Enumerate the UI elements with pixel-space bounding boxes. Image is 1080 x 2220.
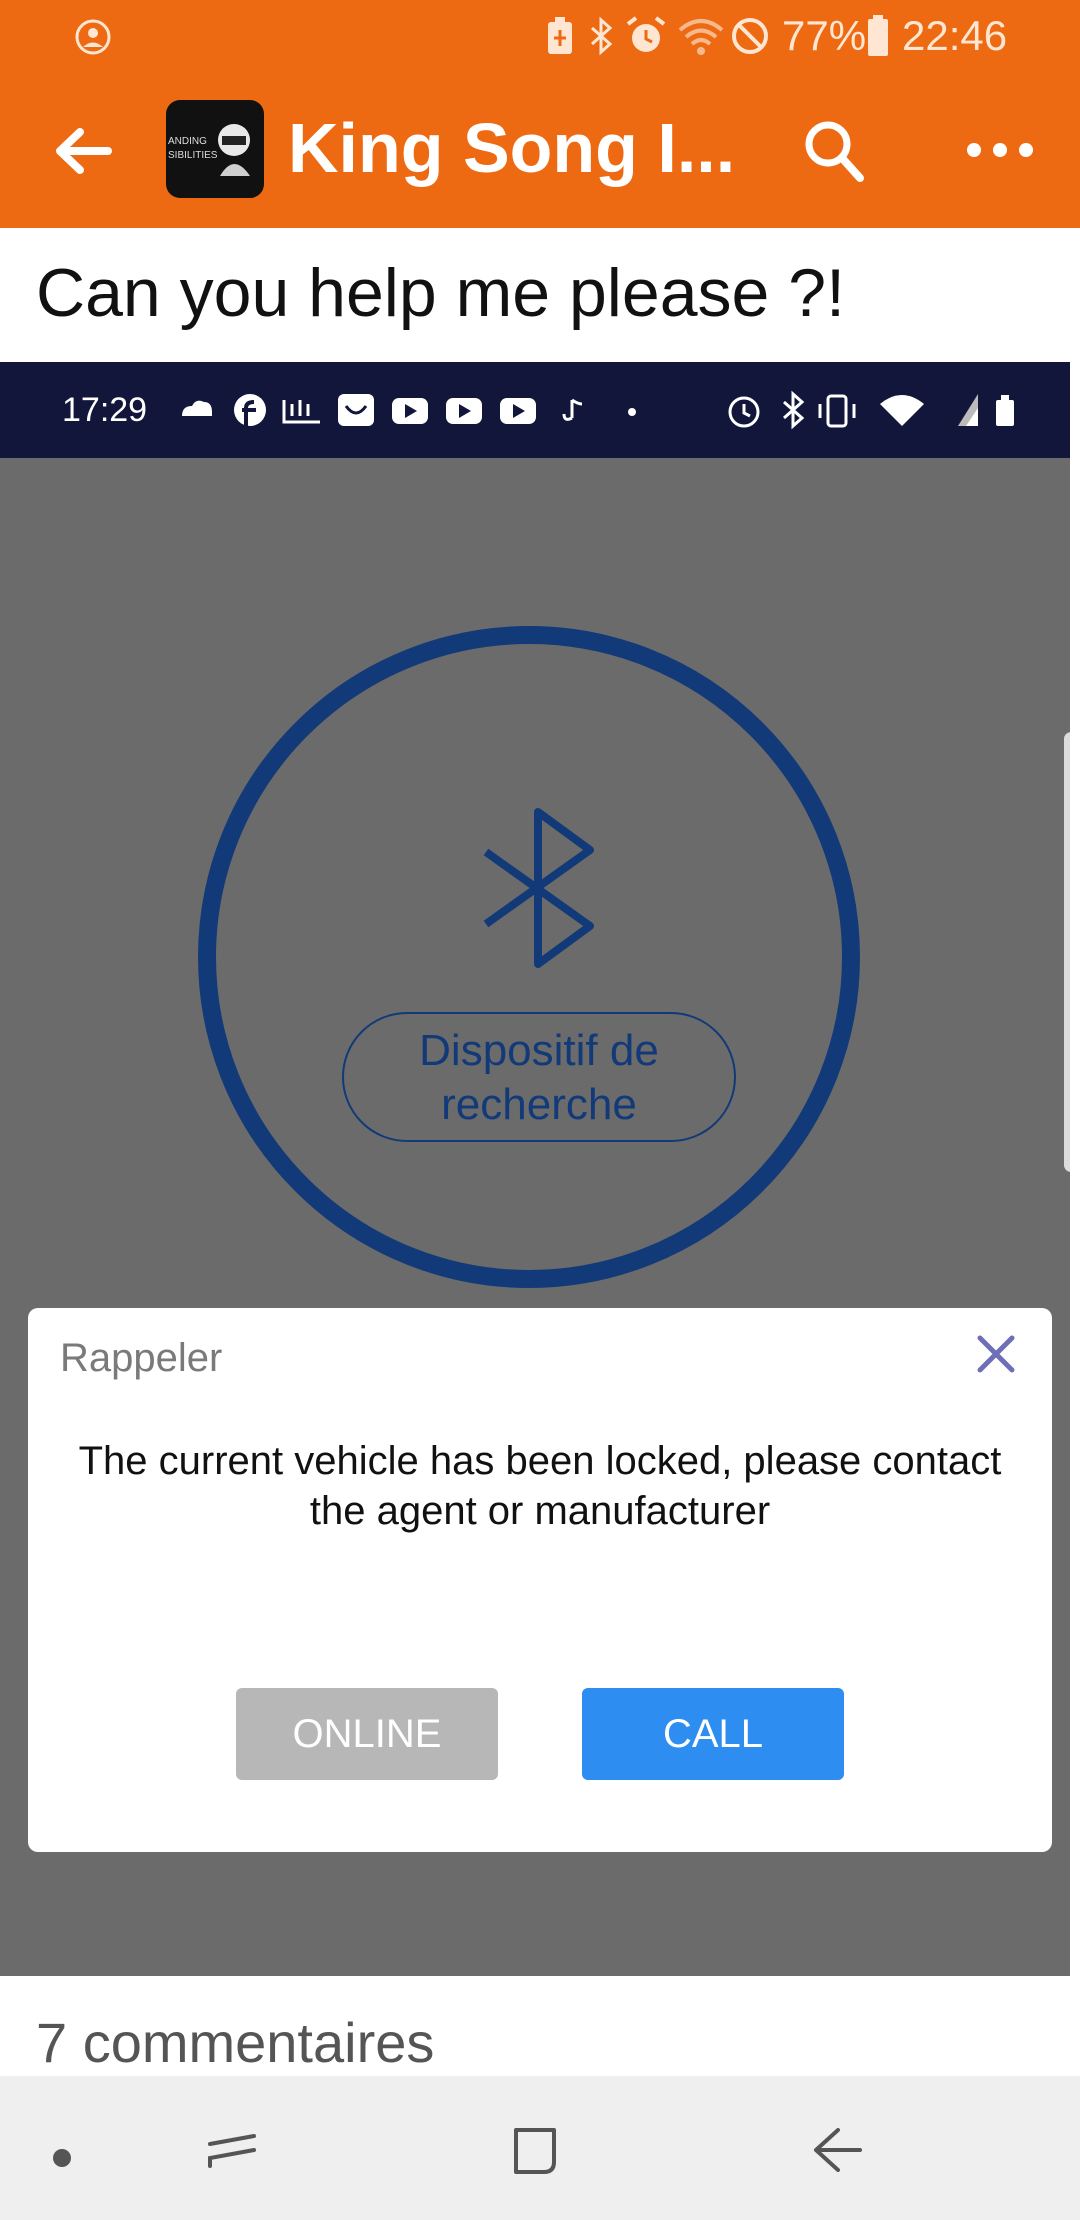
bluetooth-icon (483, 808, 594, 968)
post-title: Can you help me please ?! (36, 255, 845, 331)
embedded-status-bar: 17:29 (0, 362, 1070, 458)
battery-saver-icon (548, 17, 572, 54)
dot-icon[interactable] (52, 2148, 72, 2168)
scrollbar[interactable] (1064, 732, 1070, 1172)
avatar-text-2: SIBILITIES (168, 150, 218, 161)
back-arrow-icon[interactable] (54, 128, 112, 174)
comments-count[interactable]: 7 commentaires (36, 2008, 434, 2078)
notification-icons (182, 394, 636, 426)
battery-icon (868, 15, 888, 56)
group-title: King Song I... (288, 109, 736, 187)
embedded-system-icons (728, 390, 1014, 430)
wifi-icon (678, 19, 724, 55)
embedded-status-time: 17:29 (62, 391, 148, 429)
avatar-text-1: ANDING (168, 136, 207, 147)
search-icon[interactable] (802, 118, 866, 184)
dialog-message: The current vehicle has been locked, ple… (78, 1439, 1002, 1533)
close-icon[interactable] (968, 1326, 1024, 1382)
rider-icon (218, 124, 250, 176)
navigation-bar (0, 2076, 1080, 2220)
recent-apps-icon[interactable] (206, 2124, 258, 2176)
status-time: 22:46 (902, 12, 1008, 59)
search-device-line1: Dispositif de (419, 1026, 659, 1075)
profile-icon (75, 19, 111, 55)
alert-dialog: Rappeler The current vehicle has been lo… (28, 1308, 1052, 1852)
app-bar: ANDING SIBILITIES King Song I... (0, 72, 1080, 228)
dialog-title: Rappeler (60, 1336, 223, 1380)
home-icon[interactable] (508, 2124, 562, 2178)
group-avatar[interactable]: ANDING SIBILITIES (166, 100, 264, 198)
call-button[interactable]: CALL (582, 1688, 844, 1780)
back-icon[interactable] (810, 2122, 866, 2178)
do-not-disturb-icon (732, 18, 768, 54)
status-bar: 77% 22:46 (0, 0, 1080, 72)
search-device-button[interactable]: Dispositif de recherche (342, 1012, 736, 1142)
post-image[interactable]: 17:29 Dispositif de recherche Rappeler T… (0, 362, 1070, 1976)
bluetooth-icon (591, 16, 613, 56)
online-button[interactable]: ONLINE (236, 1688, 498, 1780)
battery-percentage: 77% (782, 12, 867, 59)
alarm-icon (626, 16, 666, 52)
more-options-icon[interactable] (964, 140, 1036, 160)
search-device-line2: recherche (441, 1080, 637, 1129)
